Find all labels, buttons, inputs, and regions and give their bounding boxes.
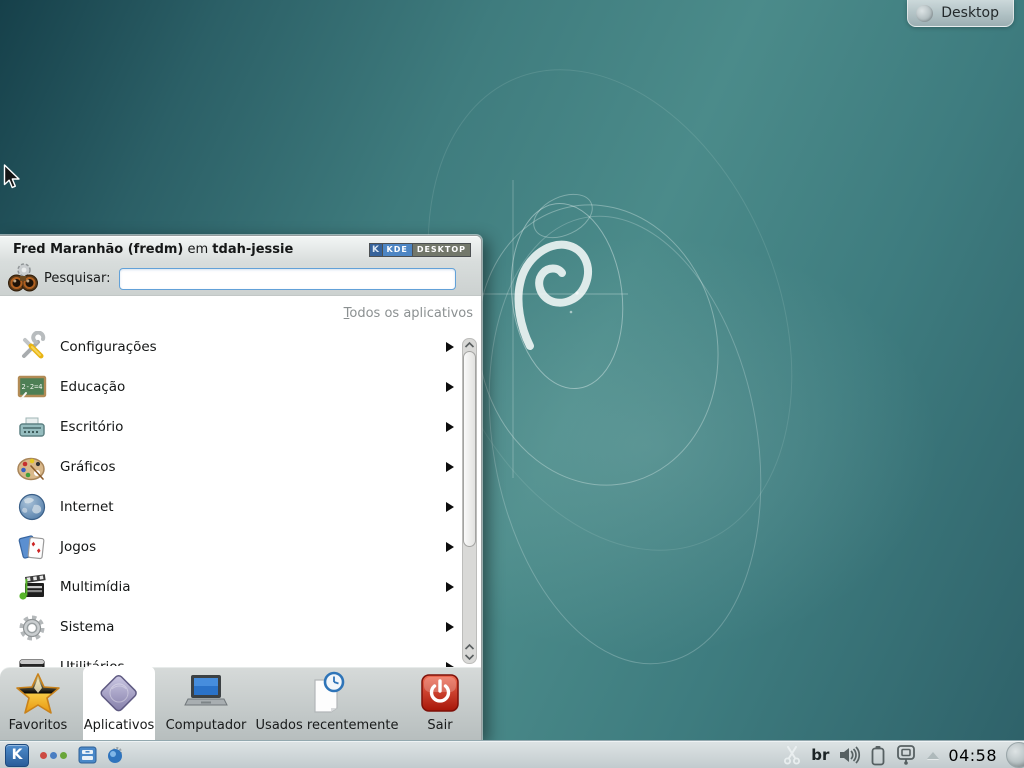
blue-ball-gear-icon[interactable]	[106, 746, 124, 764]
submenu-arrow-icon	[446, 422, 454, 432]
category-row-sistema[interactable]: Sistema	[0, 607, 481, 647]
gear-icon	[16, 611, 48, 643]
chalkboard-icon: 2-2=4	[16, 371, 48, 403]
star-icon	[15, 671, 61, 717]
typewriter-icon	[16, 411, 48, 443]
submenu-arrow-icon	[446, 382, 454, 392]
globe-icon	[16, 491, 48, 523]
activities-dots-icon[interactable]	[38, 752, 69, 759]
palette-icon	[16, 451, 48, 483]
category-label: Sistema	[60, 619, 446, 635]
category-row-configuracoes[interactable]: Configurações	[0, 327, 481, 367]
system-tray: br 04:58	[782, 742, 1024, 768]
desktop-toolbox[interactable]: Desktop	[907, 0, 1014, 27]
tab-favoritos[interactable]: Favoritos	[1, 668, 75, 740]
kickoff-header: Fred Maranhão (fredm) em tdah-jessie K K…	[0, 236, 481, 262]
kde-diamond-icon	[96, 671, 142, 717]
submenu-arrow-icon	[446, 582, 454, 592]
bottom-panel: K br	[0, 741, 1024, 768]
tab-label: Favoritos	[9, 718, 68, 733]
kickoff-tab-bar: Favoritos Aplicativos Computador	[0, 667, 481, 740]
kde-desktop-badge: K KDE DESKTOP	[369, 243, 472, 257]
scroll-up2-icon[interactable]	[464, 643, 475, 651]
clipboard-scissors-icon[interactable]	[782, 745, 802, 765]
submenu-arrow-icon	[446, 342, 454, 352]
playing-cards-icon	[16, 531, 48, 563]
crossed-tools-icon	[16, 331, 48, 363]
binoculars-search-icon	[6, 261, 40, 295]
recent-document-clock-icon	[304, 671, 350, 717]
submenu-arrow-icon	[446, 622, 454, 632]
kickoff-launcher-icon[interactable]: K	[5, 744, 29, 767]
battery-icon[interactable]	[871, 745, 885, 766]
kickoff-menu: Fred Maranhão (fredm) em tdah-jessie K K…	[0, 235, 482, 741]
panel-cashew-icon[interactable]	[1006, 742, 1024, 768]
tab-label: Usados recentemente	[256, 718, 399, 733]
tab-label: Aplicativos	[84, 718, 155, 733]
category-label: Gráficos	[60, 459, 446, 475]
category-row-graficos[interactable]: Gráficos	[0, 447, 481, 487]
desktop-toolbox-label: Desktop	[941, 5, 999, 21]
scroll-down-icon[interactable]	[464, 653, 475, 661]
kickoff-search-row: Pesquisar:	[0, 262, 481, 296]
laptop-icon	[183, 671, 229, 717]
search-label: Pesquisar:	[44, 271, 111, 286]
kickoff-applications-view: Todos os aplicativos Configurações 2-2=4	[0, 296, 481, 667]
tab-label: Computador	[166, 718, 247, 733]
scroll-up-icon[interactable]	[464, 341, 475, 349]
tab-label: Sair	[427, 718, 452, 733]
category-list: Configurações 2-2=4 Educação	[0, 327, 481, 667]
tab-sair[interactable]: Sair	[403, 668, 477, 740]
keyboard-layout-indicator[interactable]: br	[811, 746, 829, 764]
scrollbar-thumb[interactable]	[463, 351, 476, 547]
category-label: Internet	[60, 499, 446, 515]
multimedia-icon	[16, 571, 48, 603]
submenu-arrow-icon	[446, 462, 454, 472]
power-icon	[417, 671, 463, 717]
category-row-internet[interactable]: Internet	[0, 487, 481, 527]
search-input[interactable]	[119, 268, 457, 290]
category-row-educacao[interactable]: 2-2=4 Educação	[0, 367, 481, 407]
tab-usados-recentemente[interactable]: Usados recentemente	[256, 668, 398, 740]
category-label: Educação	[60, 379, 446, 395]
volume-icon[interactable]	[838, 745, 862, 765]
plasma-cashew-icon	[916, 5, 933, 22]
scrollbar-track[interactable]	[462, 338, 477, 664]
category-label: Escritório	[60, 419, 446, 435]
utilities-drawer-icon	[16, 651, 48, 667]
submenu-arrow-icon	[446, 502, 454, 512]
category-row-jogos[interactable]: Jogos	[0, 527, 481, 567]
drawer-icon[interactable]	[78, 746, 97, 764]
digital-clock[interactable]: 04:58	[948, 746, 997, 765]
svg-text:2-2=4: 2-2=4	[21, 383, 42, 391]
panel-launchers: K	[0, 744, 124, 767]
submenu-arrow-icon	[446, 542, 454, 552]
category-label: Jogos	[60, 539, 446, 555]
device-notifier-icon[interactable]	[894, 744, 918, 766]
category-row-multimidia[interactable]: Multimídia	[0, 567, 481, 607]
tray-expander-icon[interactable]	[927, 752, 939, 759]
mouse-cursor	[3, 164, 22, 190]
tab-aplicativos[interactable]: Aplicativos	[83, 666, 155, 740]
user-host-title: Fred Maranhão (fredm) em tdah-jessie	[13, 242, 293, 257]
all-applications-link[interactable]: Todos os aplicativos	[344, 306, 473, 321]
category-row-escritorio[interactable]: Escritório	[0, 407, 481, 447]
category-label: Configurações	[60, 339, 446, 355]
category-label: Multimídia	[60, 579, 446, 595]
category-row-utilitarios[interactable]: Utilitários	[0, 647, 481, 667]
tab-computador[interactable]: Computador	[160, 668, 252, 740]
kde-logo-icon: K	[370, 244, 383, 256]
